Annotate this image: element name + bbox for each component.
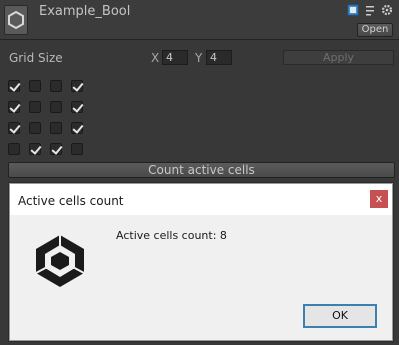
dialog-body: Active cells count: 8 OK <box>10 215 392 340</box>
dialog-titlebar: Active cells count x <box>10 184 392 215</box>
close-button[interactable]: x <box>370 190 388 208</box>
x-field[interactable]: 4 <box>162 50 188 65</box>
cell-checkbox[interactable] <box>71 101 83 113</box>
asset-title: Example_Bool <box>39 4 131 19</box>
count-active-cells-button[interactable]: Count active cells <box>8 162 395 178</box>
cell-checkbox[interactable] <box>29 80 41 92</box>
cell-checkbox[interactable] <box>29 143 41 155</box>
cell-checkbox[interactable] <box>8 80 20 92</box>
x-label: X <box>151 51 160 65</box>
message-dialog: Active cells count x Active cells count:… <box>9 183 393 341</box>
cell-checkbox[interactable] <box>71 122 83 134</box>
grid-size-label: Grid Size <box>9 51 63 65</box>
cell-checkbox[interactable] <box>8 122 20 134</box>
apply-button[interactable]: Apply <box>283 50 394 65</box>
gear-icon[interactable] <box>381 4 393 16</box>
unity-logo-icon <box>30 231 90 291</box>
cell-checkbox[interactable] <box>8 143 20 155</box>
cell-checkbox[interactable] <box>50 80 62 92</box>
dialog-message: Active cells count: 8 <box>116 229 227 242</box>
preset-sliders-icon[interactable] <box>364 4 376 16</box>
book-icon[interactable] <box>347 4 359 16</box>
cell-checkbox[interactable] <box>8 101 20 113</box>
cell-checkbox[interactable] <box>50 101 62 113</box>
y-label: Y <box>195 51 203 65</box>
cell-checkbox[interactable] <box>71 143 83 155</box>
y-field[interactable]: 4 <box>206 50 232 65</box>
cell-checkbox[interactable] <box>50 143 62 155</box>
ok-button[interactable]: OK <box>303 304 377 328</box>
cell-checkbox[interactable] <box>29 101 41 113</box>
open-button[interactable]: Open <box>357 23 393 37</box>
unity-asset-icon <box>4 5 28 35</box>
cell-checkbox[interactable] <box>50 122 62 134</box>
dialog-title: Active cells count <box>18 194 124 208</box>
cell-checkbox[interactable] <box>71 80 83 92</box>
inspector-header: Example_Bool Open <box>0 0 399 40</box>
cell-checkbox[interactable] <box>29 122 41 134</box>
